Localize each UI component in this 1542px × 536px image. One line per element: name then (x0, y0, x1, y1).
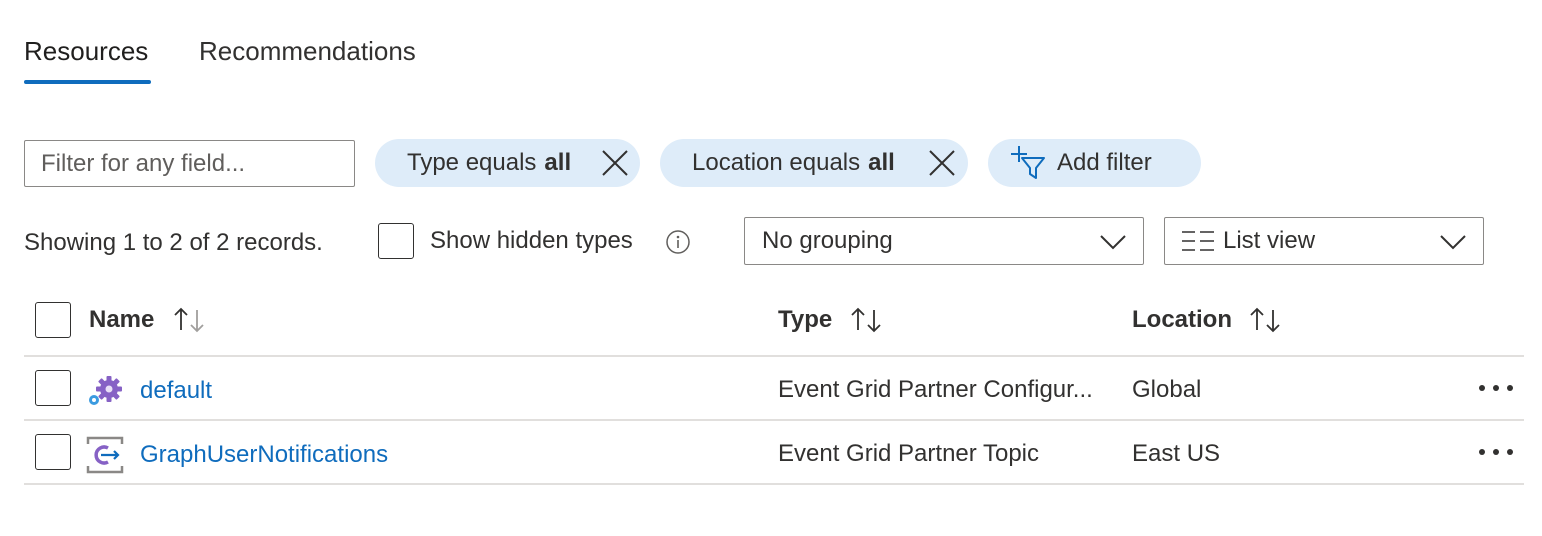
type-filter-pill[interactable]: Type equals all (375, 139, 640, 187)
add-filter-label: Add filter (1057, 149, 1152, 176)
location-filter-prefix: Location equals (692, 149, 861, 176)
tab-resources[interactable]: Resources (24, 34, 148, 68)
view-dropdown[interactable]: List view (1164, 217, 1484, 265)
info-icon[interactable] (665, 229, 691, 255)
chevron-down-icon (1440, 235, 1466, 250)
resource-location: East US (1132, 440, 1221, 467)
add-filter-button[interactable]: Add filter (988, 139, 1201, 187)
select-all-checkbox[interactable] (35, 302, 71, 338)
more-options-icon[interactable] (1478, 445, 1514, 459)
chevron-down-icon (1100, 235, 1126, 250)
column-header-location[interactable]: Location (1132, 305, 1232, 335)
show-hidden-types-label: Show hidden types (430, 227, 633, 254)
list-view-icon (1182, 231, 1214, 251)
location-filter-value: all (868, 149, 895, 176)
type-filter-value: all (544, 149, 572, 176)
type-filter-prefix: Type equals (407, 149, 537, 176)
header-divider (24, 355, 1524, 357)
row-divider (24, 483, 1524, 485)
row-checkbox[interactable] (35, 370, 71, 406)
column-header-type[interactable]: Type (778, 305, 832, 335)
row-checkbox[interactable] (35, 434, 71, 470)
resource-location: Global (1132, 376, 1202, 403)
filter-input[interactable] (24, 140, 355, 187)
sort-icon[interactable] (848, 306, 884, 334)
tab-recommendations[interactable]: Recommendations (199, 34, 416, 68)
row-divider (24, 419, 1524, 421)
location-filter-pill[interactable]: Location equals all (660, 139, 968, 187)
sort-icon[interactable] (1247, 306, 1283, 334)
add-filter-icon (1011, 146, 1045, 179)
active-tab-indicator (24, 80, 151, 84)
resource-type: Event Grid Partner Topic (778, 440, 1040, 467)
view-selected: List view (1223, 227, 1316, 254)
partner-configuration-icon (89, 376, 122, 405)
grouping-dropdown[interactable]: No grouping (744, 217, 1144, 265)
more-options-icon[interactable] (1478, 381, 1514, 395)
grouping-selected: No grouping (762, 227, 893, 254)
partner-topic-icon (86, 436, 124, 474)
resource-name-link[interactable]: default (140, 376, 212, 406)
resource-name-link[interactable]: GraphUserNotifications (140, 440, 388, 470)
close-icon[interactable] (601, 149, 629, 177)
close-icon[interactable] (928, 149, 956, 177)
sort-ascending-icon[interactable] (171, 306, 207, 334)
records-summary: Showing 1 to 2 of 2 records. (24, 229, 323, 256)
show-hidden-types-checkbox[interactable] (378, 223, 414, 259)
resource-type: Event Grid Partner Configur... (778, 376, 1093, 403)
column-header-name[interactable]: Name (89, 305, 154, 335)
